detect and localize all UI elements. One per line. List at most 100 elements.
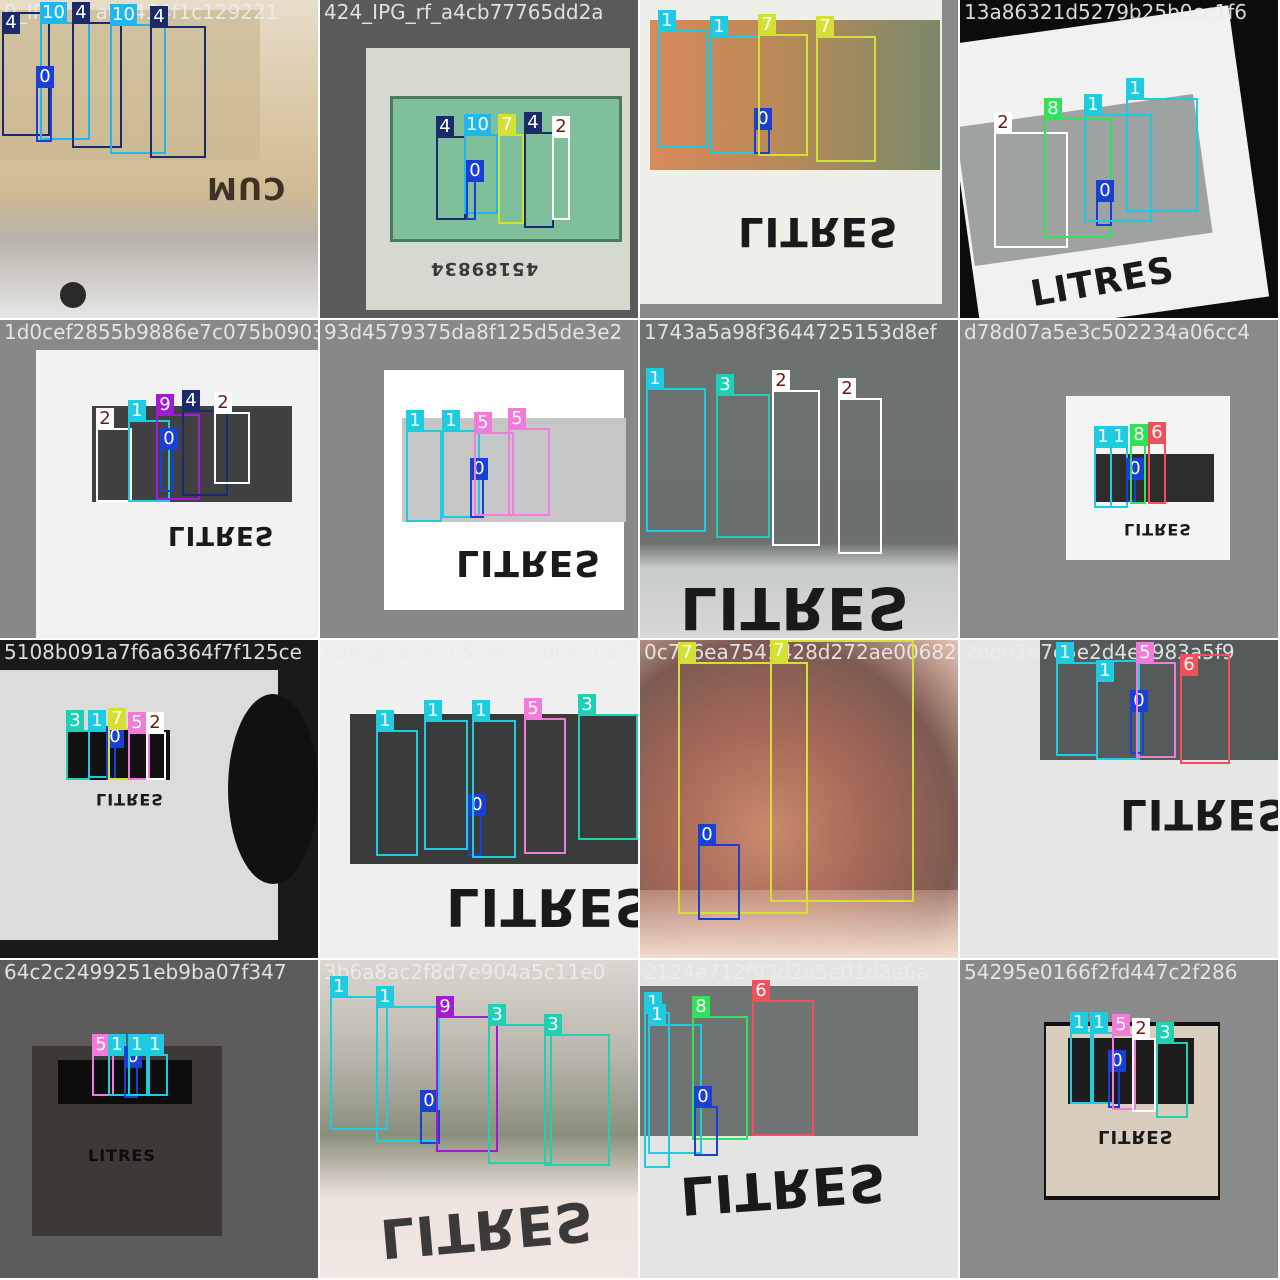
class-label: 3 bbox=[66, 710, 84, 732]
bounding-box: 0 bbox=[36, 66, 54, 142]
class-label: 1 bbox=[1110, 426, 1128, 448]
class-label: 0 bbox=[694, 1086, 712, 1108]
class-label: 1 bbox=[442, 410, 460, 432]
meter-photo: LITRES bbox=[0, 960, 318, 1278]
bounding-box: 7 bbox=[108, 708, 130, 780]
bounding-box: 2 bbox=[146, 712, 166, 780]
class-label: 5 bbox=[1112, 1014, 1130, 1036]
class-label: 3 bbox=[716, 374, 734, 396]
class-label: 0 bbox=[36, 66, 54, 88]
class-label: 7 bbox=[678, 642, 696, 664]
bounding-box: 3 bbox=[488, 1004, 552, 1164]
class-label: 3 bbox=[578, 694, 596, 716]
class-label: 4 bbox=[524, 112, 542, 134]
bounding-box: 4 bbox=[150, 6, 206, 158]
class-label: 2 bbox=[96, 408, 114, 430]
tile: LITRES 2124e712f93d2a5e01d8e6a 11806 bbox=[640, 960, 958, 1278]
tile: LITRES 5108b091a7f6a6364f7f125ce 310752 bbox=[0, 640, 318, 958]
class-label: 0 bbox=[466, 160, 484, 182]
tile: LITRES 13a86321d5279b25b0cc1f6 28011 bbox=[960, 0, 1278, 318]
class-label: 4 bbox=[72, 2, 90, 24]
class-label: 6 bbox=[1180, 654, 1198, 676]
bounding-box: 1 bbox=[1056, 642, 1098, 756]
class-label: 1 bbox=[710, 16, 728, 38]
class-label: 0 bbox=[698, 824, 716, 846]
bounding-box: 2 bbox=[96, 408, 132, 502]
image-filename: 2124e712f93d2a5e01d8e6a bbox=[644, 960, 929, 984]
bounding-box: 2 bbox=[772, 370, 820, 546]
class-label: 1 bbox=[646, 368, 664, 390]
class-label: 1 bbox=[376, 986, 394, 1008]
tile: LITRES 2bd02d7c5e2d4ea983a5f9 11056 bbox=[960, 640, 1278, 958]
bounding-box: 7 bbox=[758, 14, 808, 156]
class-label: 8 bbox=[1044, 98, 1062, 120]
class-label: 1 bbox=[330, 976, 348, 998]
bounding-box: 1 bbox=[376, 710, 418, 856]
class-label: 1 bbox=[1126, 78, 1144, 100]
class-label: 7 bbox=[770, 640, 788, 662]
class-label: 7 bbox=[816, 16, 834, 38]
class-label: 5 bbox=[524, 698, 542, 720]
bounding-box: 2 bbox=[214, 392, 250, 484]
class-label: 1 bbox=[658, 10, 676, 32]
class-label: 1 bbox=[88, 710, 106, 732]
bounding-box: 0 bbox=[698, 824, 740, 920]
image-filename: 64c2c2499251eb9ba07f347 bbox=[4, 960, 287, 984]
bounding-box: 4 bbox=[436, 116, 466, 220]
bounding-box: 3 bbox=[544, 1014, 610, 1166]
class-label: 1 bbox=[472, 700, 490, 722]
class-label: 4 bbox=[2, 12, 20, 34]
tile: LITRES 0c3c1f5f2a6d7a090df2e914 11077 bbox=[640, 0, 958, 318]
bounding-box: 1 bbox=[146, 1034, 168, 1096]
image-filename: 5108b091a7f6a6364f7f125ce bbox=[4, 640, 302, 664]
class-label: 6 bbox=[752, 980, 770, 1002]
class-label: 1 bbox=[1056, 642, 1074, 664]
image-filename: 93d4579375da8f125d5de3e2 bbox=[324, 320, 623, 344]
bounding-box: 0 bbox=[694, 1086, 718, 1156]
bounding-box: 3 bbox=[66, 710, 90, 780]
class-label: 3 bbox=[544, 1014, 562, 1036]
bounding-box: 1 bbox=[1126, 78, 1198, 212]
bounding-box: 2 bbox=[1132, 1018, 1156, 1112]
image-filename: c58d92a5e1b5f8e2ceb0e7baf0 bbox=[324, 640, 638, 664]
detection-mosaic: CUM 0_IPG_rf_a64434f1c129221 4 10 0 4 10 4 45… bbox=[0, 0, 1280, 1280]
tile: LITRES d78d07a5e3c502234a06cc4 11086 bbox=[960, 320, 1278, 638]
bounding-box: 0 bbox=[466, 160, 484, 220]
class-label: 5 bbox=[474, 412, 492, 434]
class-label: 4 bbox=[436, 116, 454, 138]
tile: LITRES 64c2c2499251eb9ba07f347 51011 bbox=[0, 960, 318, 1278]
class-label: 2 bbox=[838, 378, 856, 400]
bounding-box: 3 bbox=[1156, 1022, 1188, 1118]
class-label: 5 bbox=[1136, 642, 1154, 664]
bounding-box: 1 bbox=[424, 700, 468, 850]
class-label: 4 bbox=[150, 6, 168, 28]
tile: LITRES c58d92a5e1b5f8e2ceb0e7baf0 110153 bbox=[320, 640, 638, 958]
tile: LITRES 54295e0166f2fd447c2f286 110523 bbox=[960, 960, 1278, 1278]
class-label: 1 bbox=[648, 1004, 666, 1026]
class-label: 8 bbox=[1130, 424, 1148, 446]
class-label: 10 bbox=[110, 4, 137, 26]
class-label: 5 bbox=[128, 712, 146, 734]
tile: LITRES 93d4579375da8f125d5de3e2 11055 bbox=[320, 320, 638, 638]
bounding-box: 2 bbox=[838, 378, 882, 554]
class-label: 1 bbox=[1090, 1012, 1108, 1034]
bounding-box: 5 bbox=[524, 698, 566, 854]
class-label: 3 bbox=[488, 1004, 506, 1026]
class-label: 1 bbox=[128, 400, 146, 422]
class-label: 1 bbox=[128, 1034, 146, 1056]
image-filename: 1743a5a98f3644725153d8ef bbox=[644, 320, 937, 344]
class-label: 4 bbox=[182, 390, 200, 412]
class-label: 7 bbox=[758, 14, 776, 36]
class-label: 1 bbox=[1084, 94, 1102, 116]
class-label: 2 bbox=[994, 112, 1012, 134]
bounding-box: 5 bbox=[1136, 642, 1176, 758]
bounding-box: 1 bbox=[406, 410, 442, 522]
bounding-box: 6 bbox=[752, 980, 814, 1136]
class-label: 10 bbox=[40, 2, 67, 24]
bounding-box: 4 bbox=[524, 112, 554, 228]
bounding-box: 6 bbox=[1180, 654, 1230, 764]
class-label: 2 bbox=[1132, 1018, 1150, 1040]
class-label: 2 bbox=[772, 370, 790, 392]
bounding-box: 1 bbox=[710, 16, 760, 154]
bounding-box: 3 bbox=[578, 694, 638, 840]
